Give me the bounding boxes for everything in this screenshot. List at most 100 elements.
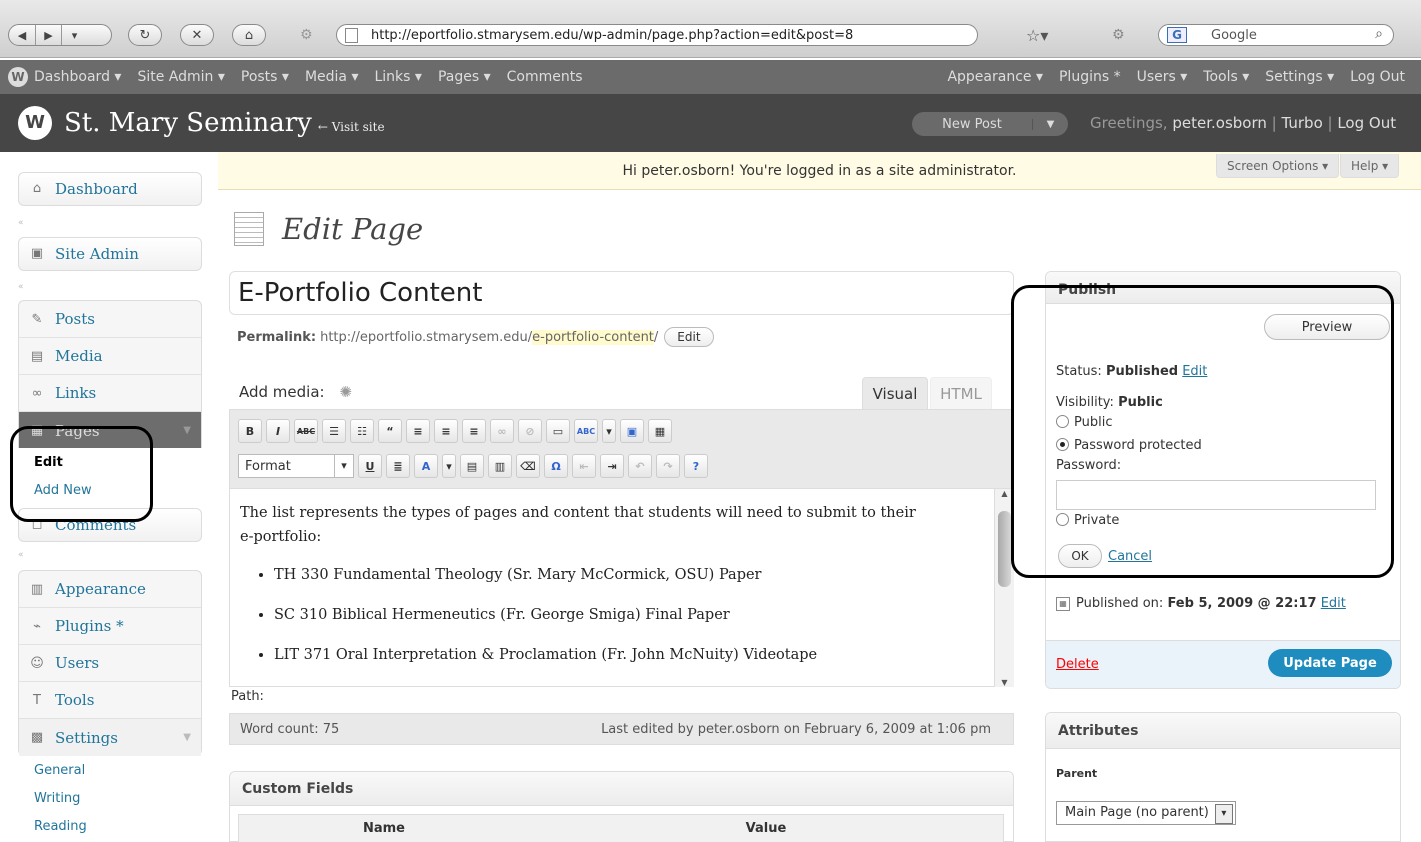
fullscreen-icon[interactable]: ▣	[620, 419, 644, 443]
adminbar-menu-right-3[interactable]: Tools ▾	[1203, 69, 1249, 85]
chevron-down-icon[interactable]: ▼	[1032, 118, 1068, 130]
align-left-icon[interactable]: ≡	[406, 419, 430, 443]
url-bar[interactable]: http://eportfolio.stmarysem.edu/wp-admin…	[336, 24, 978, 46]
sidebar-item-settings[interactable]: ▩ Settings ▼	[19, 719, 201, 756]
chevron-down-icon[interactable]: ▼	[183, 425, 191, 436]
adminbar-menu-left-6[interactable]: Comments	[507, 69, 583, 85]
collapse-icon[interactable]: «	[18, 282, 202, 292]
chevron-down-icon[interactable]: ▾	[602, 419, 616, 443]
indent-icon[interactable]: ⇥	[600, 454, 624, 478]
forward-button[interactable]: ▶	[35, 25, 61, 45]
text-color-icon[interactable]: A	[414, 454, 438, 478]
adminbar-menu-left-5[interactable]: Pages ▾	[438, 69, 491, 85]
sidebar-item-links[interactable]: ∞ Links	[19, 375, 201, 412]
permalink-slug[interactable]: e-portfolio-content	[532, 329, 654, 345]
justify-icon[interactable]: ≣	[386, 454, 410, 478]
italic-icon[interactable]: I	[266, 419, 290, 443]
paste-word-icon[interactable]: ▥	[488, 454, 512, 478]
google-icon[interactable]: G	[1167, 27, 1187, 43]
help-icon[interactable]: ?	[684, 454, 708, 478]
search-input[interactable]: G Google ⌕	[1158, 24, 1394, 46]
more-tag-icon[interactable]: ▭	[546, 419, 570, 443]
link-icon[interactable]: ∞	[490, 419, 514, 443]
username-link[interactable]: peter.osborn	[1172, 114, 1267, 132]
tab-visual[interactable]: Visual	[862, 377, 928, 409]
home-icon[interactable]: ⌂	[232, 24, 266, 46]
underline-icon[interactable]: U	[358, 454, 382, 478]
parent-select[interactable]: Main Page (no parent)	[1056, 801, 1236, 825]
submenu-writing[interactable]: Writing	[18, 784, 202, 812]
last-edited: Last edited by peter.osborn on February …	[601, 721, 991, 737]
turbo-link[interactable]: Turbo	[1281, 114, 1322, 132]
new-post-button[interactable]: New Post ▼	[912, 112, 1068, 136]
paste-text-icon[interactable]: ▤	[460, 454, 484, 478]
visit-site-link[interactable]: ← Visit site	[318, 120, 385, 134]
wordpress-logo-icon[interactable]: W	[8, 67, 28, 87]
bold-icon[interactable]: B	[238, 419, 262, 443]
adminbar-menu-left-2[interactable]: Posts ▾	[241, 69, 289, 85]
bookmark-star-icon[interactable]: ☆▾	[1026, 26, 1048, 45]
title-input[interactable]: E-Portfolio Content	[229, 271, 1014, 315]
sidebar-item-media[interactable]: ▤ Media	[19, 338, 201, 375]
adminbar-menu-right-0[interactable]: Appearance ▾	[947, 69, 1043, 85]
stop-icon[interactable]: ✕	[180, 24, 214, 46]
sidebar-item-posts[interactable]: ✎ Posts	[19, 301, 201, 338]
addon-icon[interactable]: ⚙	[1112, 27, 1125, 43]
collapse-icon[interactable]: «	[18, 218, 202, 228]
blockquote-icon[interactable]: “	[378, 419, 402, 443]
adminbar-menu-right-5[interactable]: Log Out	[1350, 69, 1405, 85]
collapse-icon[interactable]: «	[18, 550, 202, 560]
add-media-icon[interactable]: ✺	[339, 383, 352, 401]
sidebar-item-plugins[interactable]: ⌁ Plugins *	[19, 608, 201, 645]
adminbar-menu-left-3[interactable]: Media ▾	[305, 69, 359, 85]
attributes-heading[interactable]: Attributes	[1046, 713, 1400, 749]
outdent-icon[interactable]: ⇤	[572, 454, 596, 478]
gear-icon[interactable]: ⚙	[300, 27, 313, 43]
align-right-icon[interactable]: ≡	[462, 419, 486, 443]
undo-icon[interactable]: ↶	[628, 454, 652, 478]
strikethrough-icon[interactable]: ABC	[294, 419, 318, 443]
submenu-general[interactable]: General	[18, 756, 202, 784]
kitchen-sink-icon[interactable]: ▦	[648, 419, 672, 443]
sidebar-item-tools[interactable]: T Tools	[19, 682, 201, 719]
update-page-button[interactable]: Update Page	[1268, 649, 1392, 677]
adminbar-menu-left-1[interactable]: Site Admin ▾	[137, 69, 224, 85]
redo-icon[interactable]: ↷	[656, 454, 680, 478]
screen-options-button[interactable]: Screen Options ▾	[1216, 154, 1340, 178]
permalink-edit-button[interactable]: Edit	[664, 327, 714, 347]
sidebar-item-site-admin[interactable]: ▣ Site Admin	[18, 237, 202, 271]
spellcheck-icon[interactable]: ABC	[574, 419, 598, 443]
site-title[interactable]: St. Mary Seminary	[64, 108, 312, 138]
numbered-list-icon[interactable]: ☷	[350, 419, 374, 443]
delete-link[interactable]: Delete	[1056, 657, 1099, 672]
history-dropdown-icon[interactable]: ▾	[61, 25, 87, 45]
bullet-list-icon[interactable]: ☰	[322, 419, 346, 443]
scroll-down-icon[interactable]: ▼	[995, 678, 1014, 687]
sidebar-item-users[interactable]: ☺ Users	[19, 645, 201, 682]
scrollbar-thumb[interactable]	[998, 511, 1011, 587]
align-center-icon[interactable]: ≡	[434, 419, 458, 443]
search-icon[interactable]: ⌕	[1375, 26, 1383, 42]
sidebar-item-appearance[interactable]: ▥ Appearance	[19, 571, 201, 608]
unlink-icon[interactable]: ⊘	[518, 419, 542, 443]
reload-icon[interactable]: ↻	[128, 24, 162, 46]
adminbar-menu-left-0[interactable]: Dashboard ▾	[34, 69, 121, 85]
adminbar-menu-left-4[interactable]: Links ▾	[374, 69, 421, 85]
adminbar-menu-right-2[interactable]: Users ▾	[1137, 69, 1188, 85]
logout-link[interactable]: Log Out	[1337, 114, 1396, 132]
eraser-icon[interactable]: ⌫	[516, 454, 540, 478]
format-select[interactable]: Format	[238, 454, 354, 478]
published-edit-link[interactable]: Edit	[1321, 596, 1346, 611]
submenu-reading[interactable]: Reading	[18, 812, 202, 840]
adminbar-menu-right-1[interactable]: Plugins *	[1059, 69, 1121, 85]
custom-fields-heading[interactable]: Custom Fields	[230, 772, 1013, 806]
adminbar-menu-right-4[interactable]: Settings ▾	[1265, 69, 1334, 85]
chevron-down-icon[interactable]: ▾	[442, 454, 456, 478]
editor-content[interactable]: The list represents the types of pages a…	[229, 489, 1014, 687]
chevron-down-icon[interactable]: ▼	[183, 732, 191, 743]
tab-html[interactable]: HTML	[930, 377, 992, 409]
back-button[interactable]: ◀	[9, 25, 35, 45]
sidebar-item-dashboard[interactable]: ⌂ Dashboard	[18, 172, 202, 206]
help-button[interactable]: Help ▾	[1340, 154, 1400, 178]
special-char-icon[interactable]: Ω	[544, 454, 568, 478]
